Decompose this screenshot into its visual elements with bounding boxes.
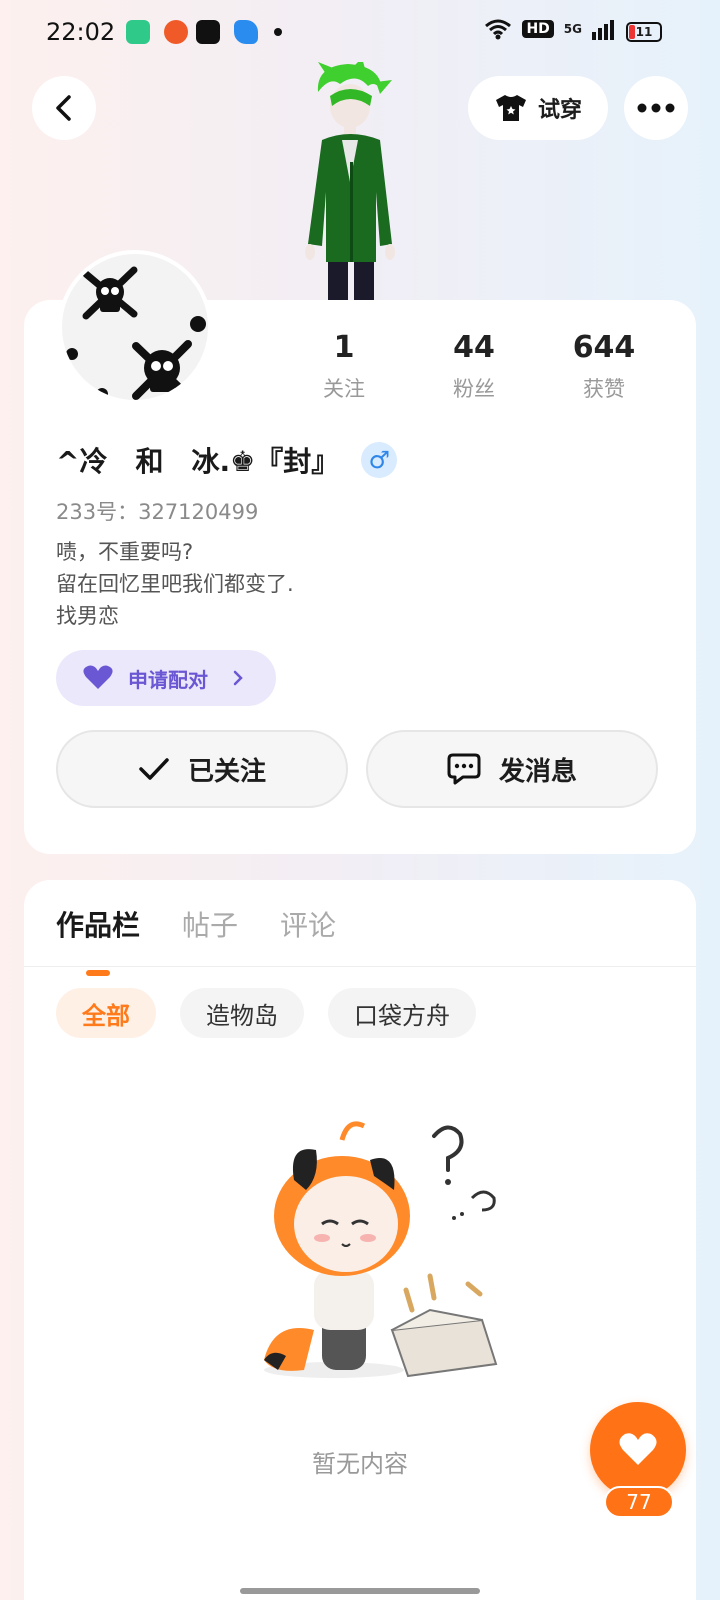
nickname-row: ^冷 和 冰.♚『封』 ♂: [56, 440, 398, 480]
more-button[interactable]: [624, 76, 688, 140]
send-message-label: 发消息: [498, 756, 577, 787]
like-fab-button[interactable]: [590, 1402, 686, 1498]
app-notification-icon: [234, 20, 258, 44]
hd-badge: HD: [522, 20, 554, 38]
more-notifications-dot: [274, 28, 282, 36]
home-indicator[interactable]: [240, 1588, 480, 1594]
avatar-3d-figure: [305, 62, 395, 302]
more-icon: [637, 103, 675, 113]
followed-label: 已关注: [187, 756, 266, 787]
weibo-icon: [164, 20, 188, 44]
stat-followers[interactable]: 44 粉丝: [424, 330, 524, 403]
battery-icon: 11: [626, 22, 662, 42]
chevron-right-icon: [233, 670, 243, 686]
content-tabs: 作品栏 帖子 评论: [56, 904, 336, 976]
profile-stats: 1 关注 44 粉丝 644 获赞: [294, 330, 654, 403]
stat-label: 获赞: [583, 377, 625, 401]
stat-likes[interactable]: 644 获赞: [554, 330, 654, 403]
apply-match-button[interactable]: 申请配对: [56, 650, 276, 706]
wifi-icon: [485, 19, 512, 40]
skull-pattern-image: [66, 266, 206, 400]
battery-level: 11: [635, 25, 653, 39]
like-count: 77: [604, 1486, 674, 1518]
empty-state-illustration: [264, 1121, 498, 1378]
content-card: 作品栏 帖子 评论 全部 造物岛 口袋方舟 暂无内容: [24, 880, 696, 1600]
filter-creation-island[interactable]: 造物岛: [180, 988, 304, 1038]
bio: 啧，不重要吗? 留在回忆里吧我们都变了. 找男恋: [56, 536, 294, 632]
system-icons: HD 5G: [484, 18, 614, 40]
stat-value: 44: [453, 330, 495, 365]
bio-line: 留在回忆里吧我们都变了.: [56, 572, 294, 596]
filter-chips: 全部 造物岛 口袋方舟: [56, 988, 476, 1038]
shirt-icon: [495, 95, 526, 121]
stat-value: 644: [572, 330, 636, 365]
nickname: ^冷 和 冰.♚『封』: [56, 445, 340, 478]
stat-value: 1: [333, 330, 355, 365]
heart-icon: [83, 665, 113, 689]
bio-line: 找男恋: [56, 604, 119, 628]
filter-pocket-ark[interactable]: 口袋方舟: [328, 988, 476, 1038]
followed-button[interactable]: 已关注: [56, 730, 348, 808]
male-icon: ♂: [361, 442, 398, 478]
status-bar: 22:02 HD 5G 11: [0, 0, 720, 64]
battery-app-icon: [126, 20, 150, 44]
back-icon: [56, 95, 71, 121]
chat-icon: [447, 753, 481, 785]
send-message-button[interactable]: 发消息: [366, 730, 658, 808]
bio-line: 啧，不重要吗?: [56, 540, 194, 564]
tab-comments[interactable]: 评论: [280, 904, 336, 944]
user-id: 233号：327120499: [56, 500, 259, 524]
heart-icon: [619, 1433, 657, 1465]
try-on-label: 试穿: [537, 98, 582, 123]
apply-match-label: 申请配对: [128, 667, 208, 692]
signal-icon: [592, 18, 614, 40]
user-avatar[interactable]: [58, 250, 212, 404]
tab-works[interactable]: 作品栏: [56, 904, 140, 976]
check-icon: [139, 758, 169, 780]
douyin-icon: [196, 20, 220, 44]
clock: 22:02: [46, 18, 116, 46]
tab-divider: [24, 966, 696, 967]
network-type: 5G: [563, 22, 582, 36]
profile-card: 1 关注 44 粉丝 644 获赞 ^冷 和 冰.♚『封』 ♂ 233号：327…: [24, 250, 696, 854]
back-button[interactable]: [32, 76, 96, 140]
stat-following[interactable]: 1 关注: [294, 330, 394, 403]
stat-label: 粉丝: [453, 377, 495, 401]
stat-label: 关注: [323, 377, 365, 401]
filter-all[interactable]: 全部: [56, 988, 156, 1038]
try-on-button[interactable]: 试穿: [468, 76, 608, 140]
tab-posts[interactable]: 帖子: [182, 904, 238, 944]
